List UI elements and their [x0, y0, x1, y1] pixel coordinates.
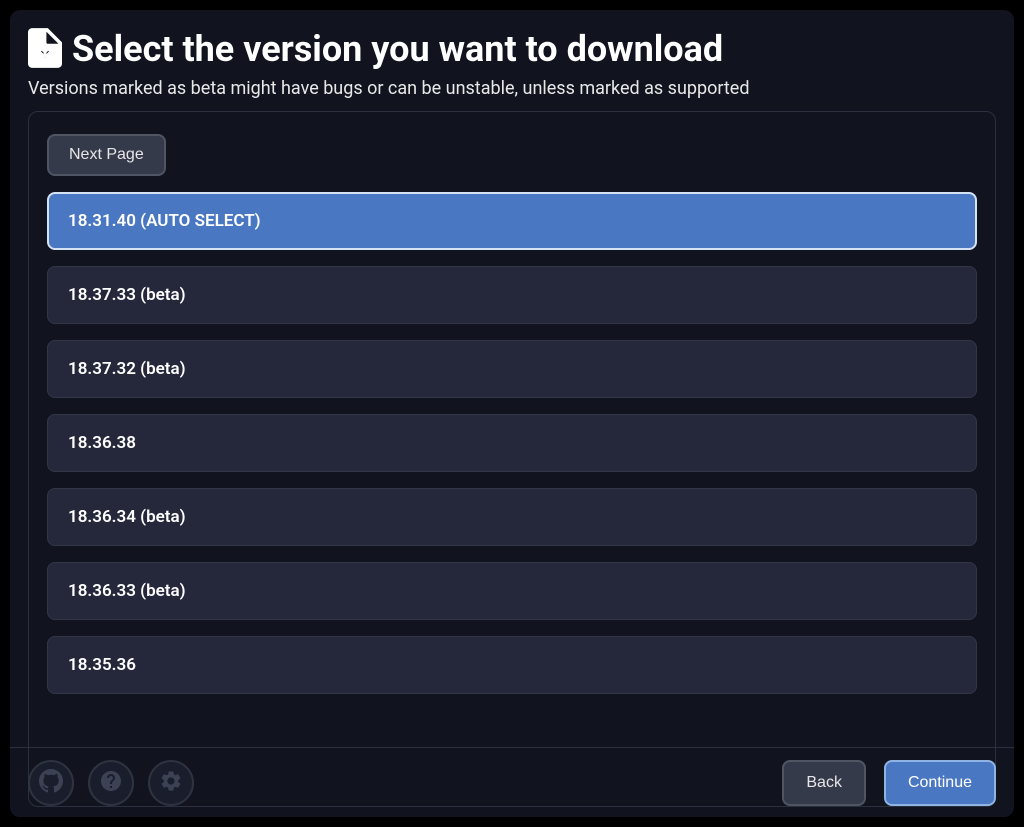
version-item[interactable]: 18.37.32 (beta) [47, 340, 977, 398]
help-icon [99, 769, 123, 797]
version-label: 18.35.36 [68, 655, 136, 675]
version-label: 18.36.38 [68, 433, 136, 453]
file-download-icon [28, 28, 62, 72]
footer: Back Continue [10, 747, 1014, 817]
next-page-button[interactable]: Next Page [47, 134, 166, 176]
version-label: 18.37.32 (beta) [68, 359, 186, 379]
version-label: 18.36.33 (beta) [68, 581, 186, 601]
github-icon [39, 769, 63, 797]
continue-button[interactable]: Continue [884, 760, 996, 806]
version-item[interactable]: 18.35.36 [47, 636, 977, 694]
version-list: 18.31.40 (AUTO SELECT) 18.37.33 (beta) 1… [47, 192, 977, 694]
help-button[interactable] [88, 760, 134, 806]
version-item[interactable]: 18.31.40 (AUTO SELECT) [47, 192, 977, 250]
header: Select the version you want to download … [28, 28, 996, 99]
version-label: 18.31.40 (AUTO SELECT) [68, 211, 261, 231]
version-label: 18.37.33 (beta) [68, 285, 186, 305]
version-item[interactable]: 18.37.33 (beta) [47, 266, 977, 324]
version-panel: Next Page 18.31.40 (AUTO SELECT) 18.37.3… [28, 111, 996, 807]
version-item[interactable]: 18.36.33 (beta) [47, 562, 977, 620]
footer-actions: Back Continue [782, 760, 996, 806]
settings-button[interactable] [148, 760, 194, 806]
footer-icons [28, 760, 194, 806]
version-label: 18.36.34 (beta) [68, 507, 186, 527]
title-row: Select the version you want to download [28, 28, 996, 72]
page-subtitle: Versions marked as beta might have bugs … [28, 78, 996, 99]
version-select-window: Select the version you want to download … [10, 10, 1014, 817]
back-button[interactable]: Back [782, 760, 866, 806]
github-button[interactable] [28, 760, 74, 806]
version-item[interactable]: 18.36.38 [47, 414, 977, 472]
page-title: Select the version you want to download [72, 30, 723, 70]
gear-icon [159, 769, 183, 797]
version-item[interactable]: 18.36.34 (beta) [47, 488, 977, 546]
